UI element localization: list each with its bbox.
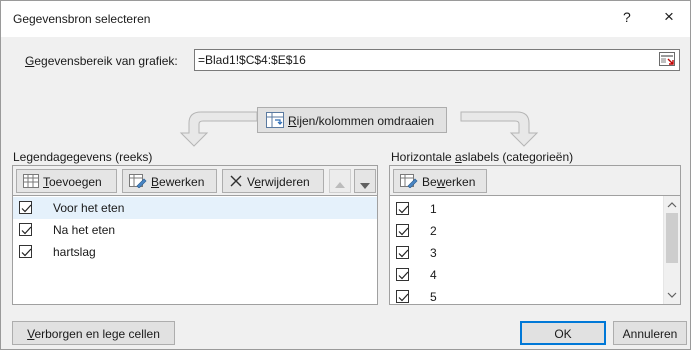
axis-label-text: 5: [430, 290, 437, 304]
dialog-title: Gegevensbron selecteren: [13, 12, 151, 26]
switch-row-column-button[interactable]: Rijen/kolommen omdraaien: [257, 107, 447, 133]
edit-series-label: Bewerken: [151, 175, 205, 189]
axis-label-text: 2: [430, 224, 437, 238]
move-down-button[interactable]: [354, 169, 376, 193]
scrollbar-thumb[interactable]: [666, 213, 678, 263]
axis-label-row[interactable]: 3: [390, 242, 663, 264]
axis-labels-panel: Bewerken 1 2 3 4 5: [389, 165, 681, 305]
series-checkbox[interactable]: [19, 223, 32, 236]
switch-row-column-label: Rijen/kolommen omdraaien: [288, 114, 435, 128]
edit-table-icon: [129, 174, 147, 191]
axis-label-text: 3: [430, 246, 437, 260]
add-series-label-text: oevoegen: [49, 175, 102, 189]
left-arrow-icon: [179, 111, 258, 147]
axis-label-checkbox[interactable]: [396, 290, 409, 303]
series-checkbox[interactable]: [19, 245, 32, 258]
remove-series-button[interactable]: Verwijderen: [222, 169, 324, 193]
axis-label-checkbox[interactable]: [396, 268, 409, 281]
remove-series-label: Verwijderen: [247, 175, 310, 189]
legend-toolbar: Toevoegen Bewerken Verwijderen: [13, 166, 377, 196]
series-label: Voor het eten: [53, 201, 125, 215]
axis-label-row[interactable]: 2: [390, 220, 663, 242]
edit-series-button[interactable]: Bewerken: [122, 169, 217, 193]
chart-range-label-text: egevensbereik van grafiek:: [34, 54, 178, 68]
series-checkbox[interactable]: [19, 201, 32, 214]
range-collapse-icon[interactable]: [659, 52, 677, 68]
cancel-label: Annuleren: [622, 327, 678, 341]
series-row[interactable]: Voor het eten: [13, 197, 377, 219]
hidden-empty-cells-button[interactable]: Verborgen en lege cellen: [12, 321, 175, 345]
cancel-button[interactable]: Annuleren: [613, 321, 687, 345]
axis-toolbar: Bewerken: [390, 166, 680, 196]
axis-label-text: 1: [430, 202, 437, 216]
switch-icon: [266, 112, 284, 131]
axis-label-checkbox[interactable]: [396, 246, 409, 259]
legend-section-title: Legendagegevens (reeks): [13, 150, 153, 164]
axis-label-checkbox[interactable]: [396, 224, 409, 237]
add-table-icon: [23, 174, 39, 191]
triangle-up-icon: [335, 177, 345, 191]
edit-axis-labels-button[interactable]: Bewerken: [393, 169, 487, 193]
axis-label-row[interactable]: 4: [390, 264, 663, 286]
ok-button[interactable]: OK: [520, 321, 606, 345]
switch-row-column-label-text: ijen/kolommen omdraaien: [296, 114, 435, 128]
add-series-button[interactable]: Toevoegen: [16, 169, 117, 193]
right-arrow-icon: [460, 111, 539, 147]
axis-label-row[interactable]: 5: [390, 286, 663, 304]
series-label: hartslag: [53, 245, 96, 259]
remove-x-icon: [229, 174, 243, 191]
chart-range-input[interactable]: =Blad1!$C$4:$E$16: [194, 49, 680, 71]
hidden-empty-cells-label-text: erborgen en lege cellen: [34, 327, 160, 341]
axis-label-checkbox[interactable]: [396, 202, 409, 215]
axis-section-title: Horizontale aslabels (categorieën): [391, 150, 574, 164]
chart-range-label: Gegevensbereik van grafiek:: [25, 54, 178, 68]
add-series-label: Toevoegen: [43, 175, 102, 189]
hidden-empty-cells-label: Verborgen en lege cellen: [27, 327, 160, 341]
title-bar: Gegevensbron selecteren ? ×: [1, 1, 690, 37]
select-data-source-dialog: Gegevensbron selecteren ? × Gegevensbere…: [0, 0, 691, 350]
series-row[interactable]: Na het eten: [13, 219, 377, 241]
help-button[interactable]: ?: [623, 9, 631, 25]
axis-label-row[interactable]: 1: [390, 198, 663, 220]
series-label: Na het eten: [53, 223, 116, 237]
axis-label-text: 4: [430, 268, 437, 282]
scroll-down-icon[interactable]: [664, 287, 680, 304]
triangle-down-icon: [360, 178, 370, 192]
edit-series-label-text: ewerken: [159, 175, 205, 189]
ok-label: OK: [554, 327, 572, 341]
chart-range-value[interactable]: =Blad1!$C$4:$E$16: [198, 53, 306, 67]
scroll-up-icon[interactable]: [664, 196, 680, 213]
edit-axis-labels-label: Bewerken: [422, 175, 476, 189]
axis-list-scrollbar[interactable]: [663, 196, 680, 304]
legend-series-panel: Toevoegen Bewerken Verwijderen Voor het …: [12, 165, 378, 305]
close-button[interactable]: ×: [664, 7, 674, 27]
edit-table-icon: [400, 174, 418, 191]
move-up-button[interactable]: [329, 169, 351, 193]
series-row[interactable]: hartslag: [13, 241, 377, 263]
